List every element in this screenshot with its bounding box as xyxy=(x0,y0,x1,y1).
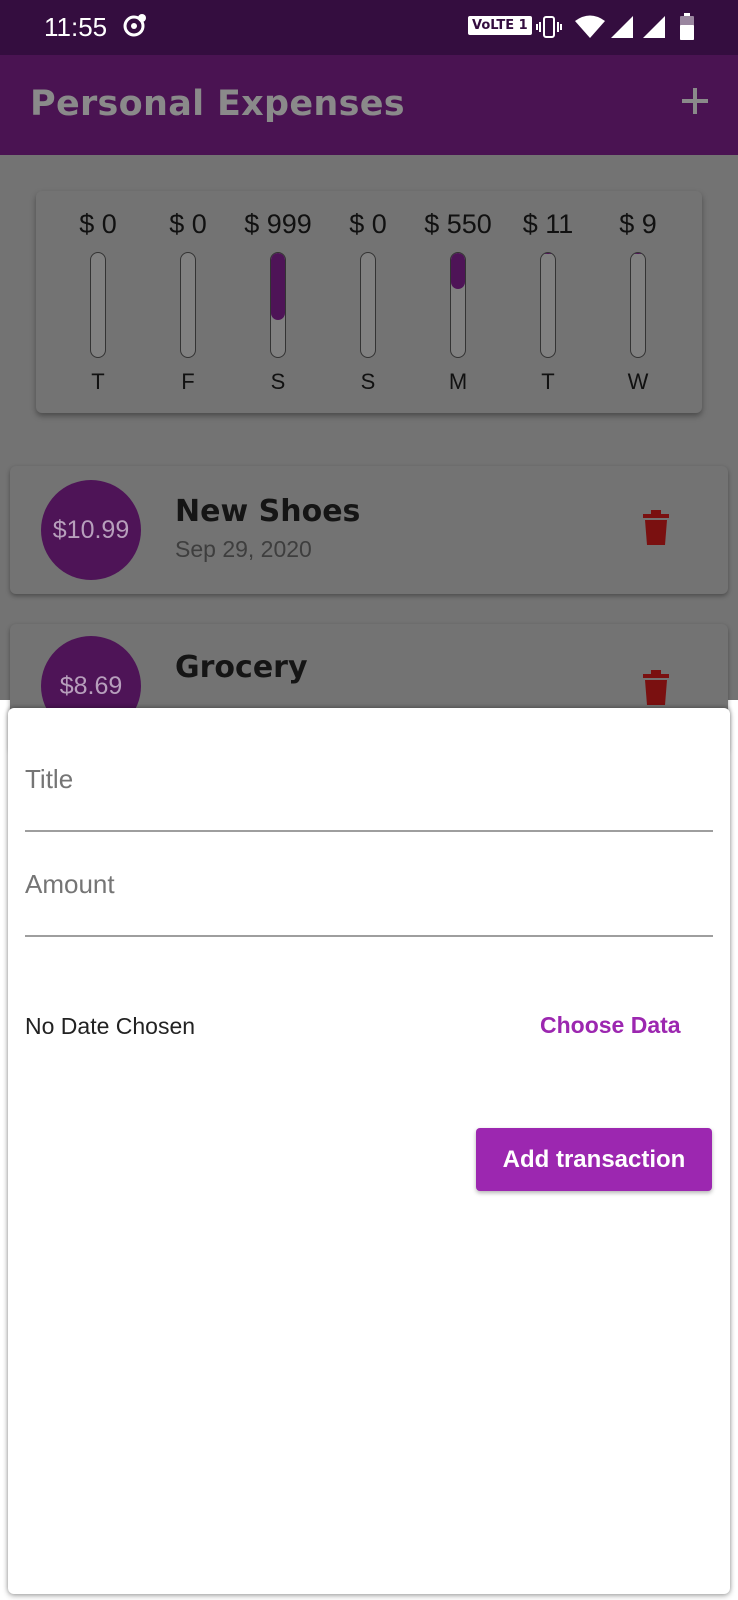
plus-icon xyxy=(682,88,708,114)
trash-icon xyxy=(643,670,669,705)
chart-bar-amount: $ 999 xyxy=(244,209,312,239)
chart-bar xyxy=(360,252,376,358)
choose-date-button[interactable]: Choose Data xyxy=(532,1006,689,1045)
chart-bar-day: M xyxy=(448,369,468,394)
chart-bar-day: T xyxy=(541,369,555,394)
chart-bar-amount: $ 0 xyxy=(349,209,387,239)
chart-bar-column: $ 0 S xyxy=(333,191,403,413)
battery-icon xyxy=(679,13,695,45)
chart-bar-fill xyxy=(271,253,285,320)
signal-icon xyxy=(609,14,635,44)
chart-bar-amount: $ 9 xyxy=(619,209,657,239)
trash-icon xyxy=(643,510,669,545)
chart-bar-column: $ 550 M xyxy=(423,191,493,413)
sync-icon xyxy=(122,12,148,42)
chart-bar-day: W xyxy=(627,369,649,394)
amount-input-underline xyxy=(25,935,713,937)
delete-button[interactable] xyxy=(642,670,670,706)
chart-bar-day: S xyxy=(360,369,376,394)
chart-bar-day: F xyxy=(181,369,195,394)
chart-bar-column: $ 999 S xyxy=(243,191,313,413)
weekly-chart: $ 0 T $ 0 F $ 999 S $ 0 S $ 550 M $ 11 T $ 9 W xyxy=(36,191,702,413)
chart-bar-amount: $ 550 xyxy=(424,209,492,239)
chart-bar-amount: $ 11 xyxy=(522,209,574,239)
wifi-icon xyxy=(574,14,606,44)
chart-bar-fill xyxy=(541,253,555,255)
chart-bar xyxy=(540,252,556,358)
volte-badge: VoLTE 1 xyxy=(468,16,532,35)
transaction-title: New Shoes xyxy=(175,494,361,529)
title-input[interactable]: Title xyxy=(25,764,73,795)
amount-input[interactable]: Amount xyxy=(25,869,115,900)
date-status-text: No Date Chosen xyxy=(25,1013,196,1039)
new-transaction-sheet: Title Amount No Date Chosen Choose Data … xyxy=(8,708,730,1594)
transaction-title: Grocery xyxy=(175,650,308,685)
delete-button[interactable] xyxy=(642,510,670,546)
chart-bar-column: $ 9 W xyxy=(603,191,673,413)
vibrate-icon xyxy=(536,14,562,44)
chart-bar-column: $ 0 F xyxy=(153,191,223,413)
chart-bar-day: S xyxy=(270,369,286,394)
chart-bar xyxy=(90,252,106,358)
page-title: Personal Expenses xyxy=(30,84,405,124)
amount-avatar: $10.99 xyxy=(41,480,141,580)
title-input-underline xyxy=(25,830,713,832)
chart-bar-amount: $ 0 xyxy=(169,209,207,239)
chart-bar-amount: $ 0 xyxy=(79,209,117,239)
chart-bar xyxy=(180,252,196,358)
chart-bar xyxy=(630,252,646,358)
chart-bar-column: $ 11 T xyxy=(513,191,583,413)
chart-bar xyxy=(450,252,466,358)
chart-bar-day: T xyxy=(91,369,105,394)
signal-icon xyxy=(641,14,667,44)
chart-bar-column: $ 0 T xyxy=(63,191,133,413)
transaction-item: $10.99 New Shoes Sep 29, 2020 xyxy=(10,466,728,594)
add-transaction-button[interactable]: Add transaction xyxy=(476,1128,712,1191)
add-button[interactable] xyxy=(674,80,716,122)
status-time: 11:55 xyxy=(44,12,108,42)
chart-bar-fill xyxy=(451,253,465,290)
transaction-date: Sep 29, 2020 xyxy=(175,536,312,562)
chart-bar-fill xyxy=(631,253,645,255)
chart-bar xyxy=(270,252,286,358)
